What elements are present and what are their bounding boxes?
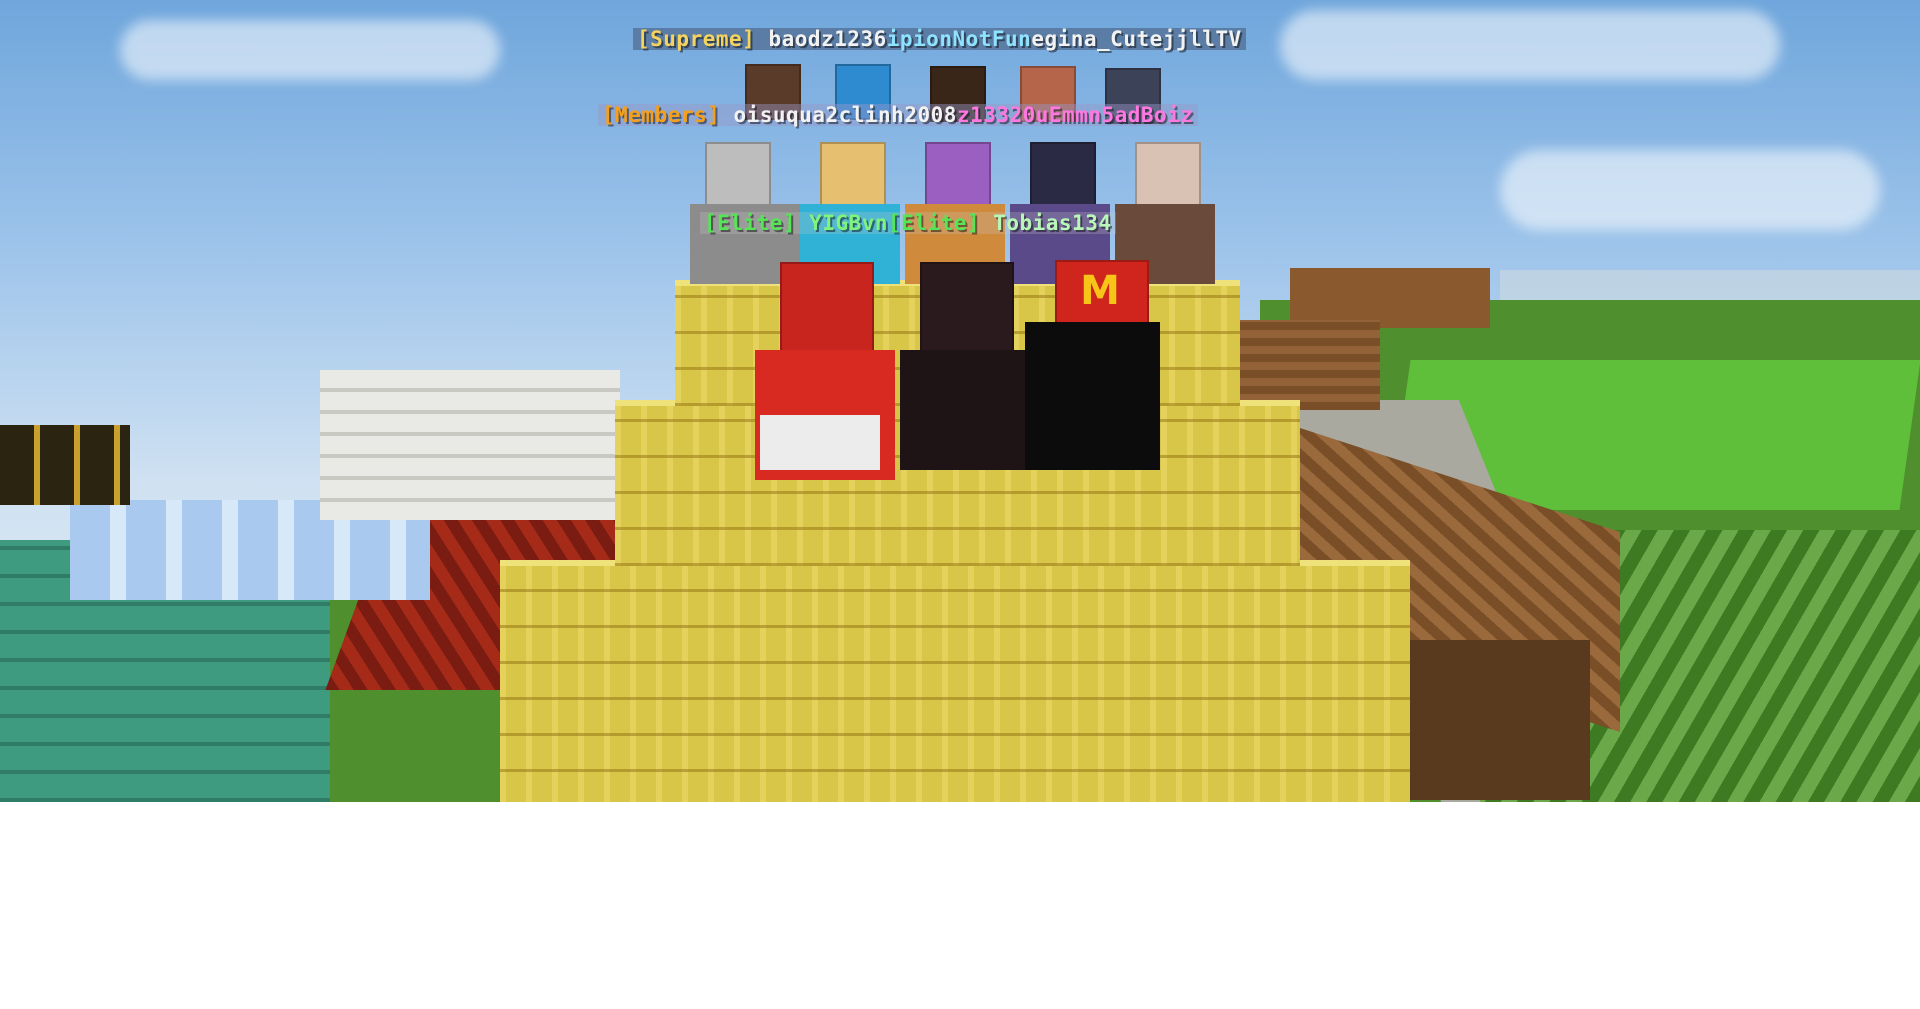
player-legs [760,415,880,470]
player-name: n5adBoiz [1088,103,1194,127]
player-skin [925,142,991,208]
player-skin [920,262,1014,356]
nametag-members-row: [Members] oisuqua2clinh2008z13320uEmmn5a… [598,104,1198,126]
cloud [1500,150,1880,230]
blank-area [0,802,1920,1009]
player-body [1025,322,1160,470]
shulker-blocks [0,425,130,505]
mcdonalds-logo-icon: M [1060,266,1140,316]
player-name: ipionNotFun [886,27,1032,51]
rank-elite-label: [Elite] [704,211,797,235]
player-name: egina_CutejjllTV [1031,27,1242,51]
player-skin [1030,142,1096,208]
player-skin [705,142,771,208]
cloud [1280,10,1780,80]
rank-elite-label: [Elite] [888,211,981,235]
player-name: YIGBvn [809,211,889,235]
shed-wall [1400,640,1590,800]
player-name: oisuqua2 [733,103,839,127]
rank-members-label: [Members] [602,103,721,127]
player-name: baodz1236 [768,27,887,51]
cloud [120,20,500,80]
nametag-supreme-row: [Supreme] baodz1236ipionNotFunegina_Cute… [633,28,1246,50]
player-skin [820,142,886,208]
nametag-elite-row: [Elite] YIGBvn[Elite] Tobias134 [700,212,1116,234]
player-name: Tobias134 [993,211,1112,235]
player-skin [780,262,874,356]
player-name: uEmm [1035,103,1089,127]
player-body [900,350,1030,470]
game-viewport[interactable]: M [Supreme] baodz1236ipionNotFunegina_Cu… [0,0,1920,802]
quartz-stairs [320,370,620,520]
player-name: z13320 [956,103,1036,127]
rank-supreme-label: [Supreme] [637,27,756,51]
player-skin [1135,142,1201,208]
player-name: clinh2008 [838,103,957,127]
sign-glyph: M [1080,268,1120,314]
village-house-roof [1290,268,1490,328]
hay-bale-base [500,560,1410,802]
